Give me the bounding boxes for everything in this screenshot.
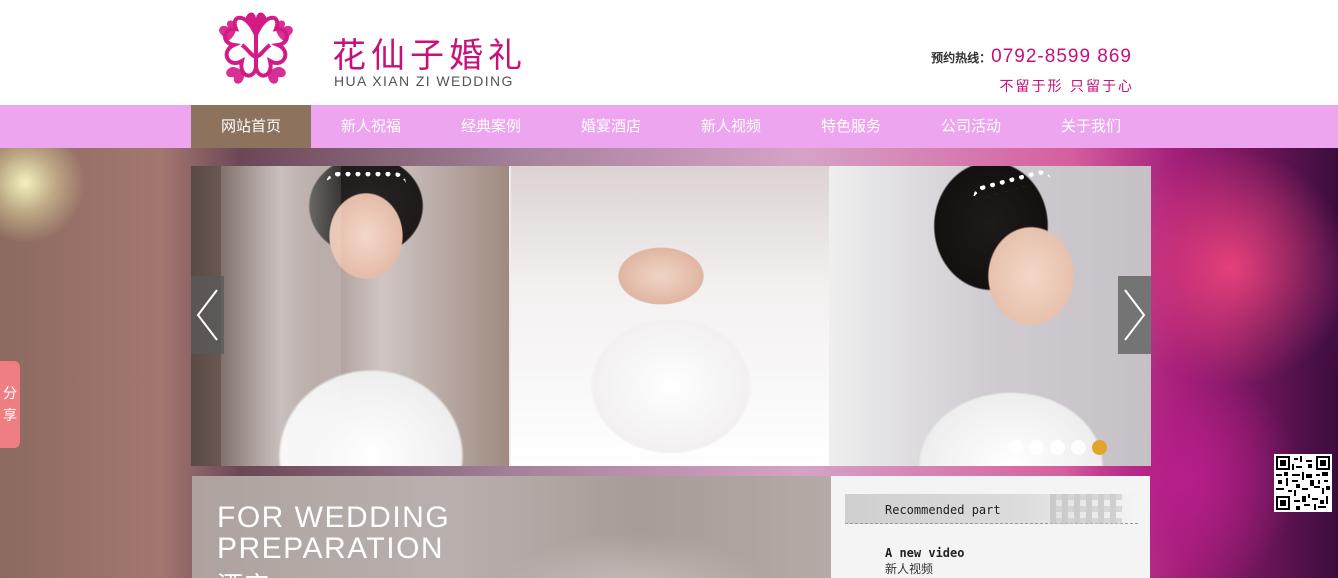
brand-name-chinese: 花仙子婚礼 bbox=[332, 36, 527, 76]
recommended-title: Recommended part bbox=[885, 503, 1001, 517]
veil-decoration bbox=[221, 166, 341, 466]
chevron-left-icon bbox=[196, 289, 218, 341]
qr-code-icon bbox=[1274, 454, 1332, 512]
slider-dot-4[interactable] bbox=[1071, 440, 1086, 455]
nav-item-services[interactable]: 特色服务 bbox=[791, 105, 911, 148]
slider-dot-1[interactable] bbox=[1008, 440, 1023, 455]
nav-item-about[interactable]: 关于我们 bbox=[1031, 105, 1151, 148]
nav-item-videos[interactable]: 新人视频 bbox=[671, 105, 791, 148]
chevron-right-icon bbox=[1124, 289, 1146, 341]
nav-item-blessings[interactable]: 新人祝福 bbox=[311, 105, 431, 148]
wedding-preparation-panel[interactable]: FOR WEDDING PREPARATION 酒店 bbox=[192, 476, 831, 578]
nav-item-home[interactable]: 网站首页 bbox=[191, 105, 311, 148]
image-slider[interactable] bbox=[191, 166, 1151, 466]
recommended-panel: Recommended part A new video 新人视频 bbox=[831, 476, 1150, 578]
slider-next-button[interactable] bbox=[1118, 276, 1151, 354]
recommended-header: Recommended part bbox=[845, 494, 1138, 524]
recommended-item-subtitle[interactable]: 新人视频 bbox=[885, 560, 933, 577]
brand-name-english: HUA XIAN ZI WEDDING bbox=[334, 73, 514, 89]
slider-dot-3[interactable] bbox=[1050, 440, 1065, 455]
slide-image-bracelet bbox=[511, 166, 831, 466]
pattern-decoration bbox=[1050, 494, 1122, 524]
share-label-1: 分 bbox=[3, 386, 17, 402]
slide-image-bride-veil bbox=[191, 166, 511, 466]
prep-title-line-2: PREPARATION bbox=[217, 532, 445, 565]
tiara-decoration bbox=[970, 167, 1052, 201]
hotline-label: 预约热线： bbox=[931, 51, 992, 65]
site-header: 花仙子婚礼 HUA XIAN ZI WEDDING 预约热线：0792-8599… bbox=[0, 0, 1338, 105]
share-label-2: 享 bbox=[3, 408, 17, 424]
slider-dot-5[interactable] bbox=[1092, 440, 1107, 455]
hotline-number: 0792-8599 869 bbox=[991, 46, 1132, 67]
nav-items: 网站首页 新人祝福 经典案例 婚宴酒店 新人视频 特色服务 公司活动 关于我们 bbox=[191, 105, 1151, 148]
tiara-decoration bbox=[326, 172, 406, 184]
recommended-item-title[interactable]: A new video bbox=[885, 546, 964, 560]
flower-logo-icon[interactable] bbox=[210, 5, 302, 91]
nav-item-cases[interactable]: 经典案例 bbox=[431, 105, 551, 148]
slide-image-bride-earring bbox=[831, 166, 1151, 466]
nav-item-activities[interactable]: 公司活动 bbox=[911, 105, 1031, 148]
prep-title-line-3: 酒店 bbox=[217, 566, 269, 578]
share-button[interactable]: 分 享 bbox=[0, 361, 20, 448]
slider-dot-2[interactable] bbox=[1029, 440, 1044, 455]
prep-title-line-1: FOR WEDDING bbox=[217, 501, 451, 534]
slogan: 不留于形 只留于心 bbox=[999, 79, 1134, 95]
slider-dots bbox=[1008, 440, 1107, 455]
main-nav: 网站首页 新人祝福 经典案例 婚宴酒店 新人视频 特色服务 公司活动 关于我们 bbox=[0, 105, 1338, 148]
hotline: 预约热线：0792-8599 869 bbox=[931, 46, 1132, 68]
slider-prev-button[interactable] bbox=[191, 276, 224, 354]
nav-item-hotels[interactable]: 婚宴酒店 bbox=[551, 105, 671, 148]
